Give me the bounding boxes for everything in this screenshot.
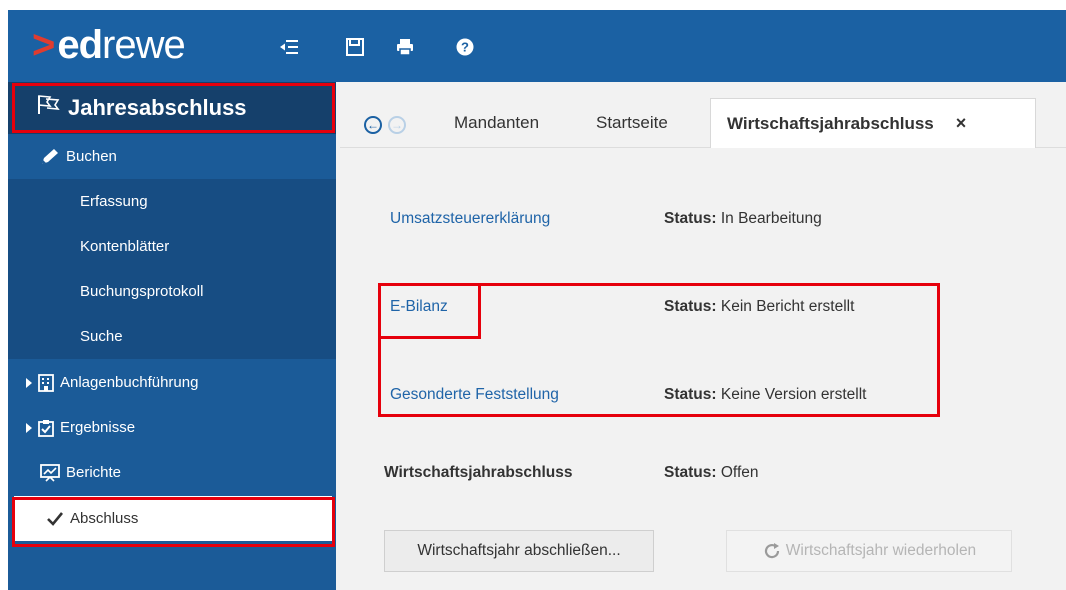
back-arrow-icon[interactable]: ← <box>364 116 382 134</box>
caret-right-icon <box>26 378 32 388</box>
clipboard-check-icon <box>38 419 54 437</box>
sidebar-title-text: Jahresabschluss <box>68 95 247 120</box>
logo-text-bold: ed <box>57 23 103 67</box>
sidebar-item-label: Buchungsprotokoll <box>80 283 204 300</box>
sidebar-item-kontenblaetter[interactable]: Kontenblätter <box>8 224 336 269</box>
status-wirtschaftsjahrabschluss: Status: Offen <box>664 464 759 482</box>
sidebar-item-suche[interactable]: Suche <box>8 314 336 359</box>
pencil-icon <box>40 148 60 166</box>
status-key: Status: <box>664 210 717 227</box>
link-umsatzsteuererklaerung[interactable]: Umsatzsteuererklärung <box>390 210 550 228</box>
sidebar-item-label: Berichte <box>66 464 122 481</box>
link-e-bilanz[interactable]: E-Bilanz <box>390 298 448 316</box>
status-value: Keine Version erstellt <box>720 386 867 403</box>
sidebar-item-label: Anlagenbuchführung <box>60 374 199 391</box>
app-window: > ed rewe ? Jahresabschluss Buchen Erfas… <box>8 10 1066 590</box>
logo-chevron: > <box>32 23 56 67</box>
main-content: Umsatzsteuererklärung Status: In Bearbei… <box>340 148 1066 590</box>
sidebar-item-ergebnisse[interactable]: Ergebnisse <box>8 405 336 450</box>
status-key: Status: <box>664 464 717 481</box>
link-gesonderte-feststellung[interactable]: Gesonderte Feststellung <box>390 386 559 404</box>
tab-mandanten[interactable]: Mandanten <box>454 98 539 148</box>
logo-text: rewe <box>102 23 186 67</box>
sidebar: Jahresabschluss Buchen Erfassung Kontenb… <box>8 82 336 590</box>
save-icon[interactable] <box>344 36 366 58</box>
status-umsatzsteuererklaerung: Status: In Bearbeitung <box>664 210 822 228</box>
tab-label: Mandanten <box>454 113 540 132</box>
button-label: Wirtschaftsjahr wiederholen <box>785 542 977 559</box>
sidebar-item-label: Abschluss <box>70 510 139 527</box>
close-fiscal-year-button[interactable]: Wirtschaftsjahr abschließen... <box>384 530 654 572</box>
top-bar: > ed rewe ? <box>8 10 1066 82</box>
print-icon[interactable] <box>394 36 416 58</box>
tab-startseite[interactable]: Startseite <box>596 98 668 148</box>
edrewe-logo[interactable]: > ed rewe <box>32 22 186 68</box>
sidebar-item-berichte[interactable]: Berichte <box>8 450 336 495</box>
tab-label: Startseite <box>596 113 668 132</box>
sidebar-item-buchen[interactable]: Buchen <box>8 134 336 179</box>
presentation-chart-icon <box>40 463 60 482</box>
status-e-bilanz: Status: Kein Bericht erstellt <box>664 298 854 316</box>
sidebar-item-label: Suche <box>80 328 123 345</box>
tab-bar: ← → Mandanten Startseite Wirtschaftsjahr… <box>340 82 1066 148</box>
sidebar-item-anlagenbuchfuehrung[interactable]: Anlagenbuchführung <box>8 360 336 405</box>
svg-text:?: ? <box>461 40 469 55</box>
repeat-fiscal-year-button[interactable]: Wirtschaftsjahr wiederholen <box>726 530 1012 572</box>
sidebar-title: Jahresabschluss <box>8 82 336 134</box>
sidebar-item-label: Buchen <box>66 148 117 165</box>
status-key: Status: <box>664 386 717 403</box>
sidebar-item-buchungsprotokoll[interactable]: Buchungsprotokoll <box>8 269 336 314</box>
sidebar-item-label: Ergebnisse <box>60 419 136 436</box>
tab-label: Wirtschaftsjahrabschluss <box>727 113 934 133</box>
checkmark-icon <box>46 511 64 527</box>
label-wirtschaftsjahrabschluss: Wirtschaftsjahrabschluss <box>384 464 573 481</box>
tab-wirtschaftsjahrabschluss[interactable]: Wirtschaftsjahrabschluss × <box>710 98 1036 148</box>
outdent-icon[interactable] <box>278 36 300 58</box>
help-icon[interactable]: ? <box>454 36 476 58</box>
sidebar-item-label: Kontenblätter <box>80 238 170 255</box>
status-key: Status: <box>664 298 717 315</box>
sidebar-item-erfassung[interactable]: Erfassung <box>8 179 336 224</box>
building-icon <box>38 373 54 392</box>
status-value: Kein Bericht erstellt <box>720 298 855 315</box>
flags-icon <box>36 94 68 122</box>
status-gesonderte-feststellung: Status: Keine Version erstellt <box>664 386 866 404</box>
button-label: Wirtschaftsjahr abschließen... <box>417 542 621 559</box>
refresh-icon <box>762 541 782 561</box>
status-value: Offen <box>720 464 759 481</box>
sidebar-item-label: Erfassung <box>80 193 148 210</box>
sidebar-item-abschluss[interactable]: Abschluss <box>14 496 332 541</box>
caret-right-icon <box>26 423 32 433</box>
status-value: In Bearbeitung <box>720 210 822 227</box>
close-tab-icon[interactable]: × <box>956 113 967 134</box>
forward-arrow-icon[interactable]: → <box>388 116 406 134</box>
